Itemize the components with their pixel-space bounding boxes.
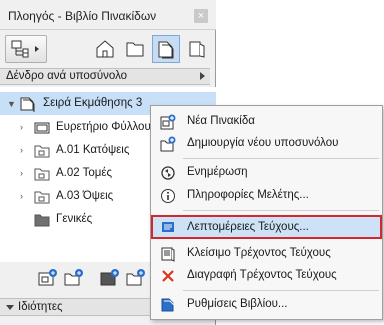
menu-item-issue-details[interactable]: Λεπτομέρειες Τεύχους...	[151, 215, 382, 239]
tree-item-label: Α.03 Όψεις	[56, 190, 114, 202]
layout-book-icon	[20, 97, 35, 112]
menu-item-label: Ρυθμίσεις Βιβλίου...	[187, 298, 288, 310]
expand-down-icon[interactable]: ▼	[7, 99, 16, 109]
menu-item-project-info[interactable]: Πληροφορίες Μελέτης...	[151, 185, 382, 207]
menu-item-label: Πληροφορίες Μελέτης...	[187, 189, 309, 201]
expand-right-icon[interactable]: ›	[20, 191, 23, 201]
tree-item-label: Σειρά Εκμάθησης 3	[43, 97, 143, 109]
tree-item-label: Α.02 Τομές	[56, 167, 113, 179]
new-layout-icon[interactable]	[38, 268, 58, 288]
subset-icon	[34, 145, 50, 158]
chevron-right-icon	[200, 72, 205, 80]
menu-item-label: Νέα Πινακίδα	[187, 115, 255, 127]
view-map-icon	[126, 42, 144, 57]
project-tree-button[interactable]	[5, 35, 47, 63]
tree-item-label: Ευρετήριο Φύλλου	[56, 121, 151, 133]
view-map-button[interactable]	[121, 35, 149, 63]
menu-item-refresh[interactable]: Ενημέρωση	[151, 162, 382, 184]
close-issue-icon	[161, 247, 175, 262]
new-layout-icon	[160, 114, 176, 130]
menu-item-new-layout[interactable]: Νέα Πινακίδα	[151, 111, 382, 133]
tree-item-label: Α.01 Κατόψεις	[56, 144, 130, 156]
new-drawing-icon[interactable]	[126, 268, 146, 288]
tree-item-label: Γενικές	[56, 213, 93, 225]
title-bar: Πλοηγός - Βιβλίο Πινακίδων ×	[0, 0, 216, 30]
collapse-down-icon	[6, 305, 14, 310]
publisher-sets-icon	[189, 41, 205, 58]
view-selector-dropdown[interactable]: Δένδρο ανά υποσύνολο	[0, 68, 210, 85]
book-settings-icon	[161, 298, 175, 312]
subset-icon	[34, 191, 50, 204]
publisher-sets-button[interactable]	[183, 35, 211, 63]
menu-separator	[183, 158, 379, 159]
expand-right-icon[interactable]: ›	[20, 168, 23, 178]
info-icon	[161, 189, 175, 203]
navigator-toolbar	[0, 31, 216, 67]
menu-separator	[183, 290, 379, 291]
project-map-icon	[96, 40, 114, 58]
expand-right-icon[interactable]: ›	[20, 145, 23, 155]
subset-icon	[34, 168, 50, 181]
delete-icon	[162, 270, 174, 282]
view-selector-label: Δένδρο ανά υποσύνολο	[6, 70, 128, 82]
menu-item-label: Ενημέρωση	[187, 166, 248, 178]
issue-details-icon	[162, 222, 174, 232]
menu-item-label: Κλείσιμο Τρέχοντος Τεύχους	[187, 247, 331, 259]
menu-item-label: Δημιουργία νέου υποσυνόλου	[187, 137, 339, 149]
menu-separator	[183, 210, 379, 211]
expand-right-icon[interactable]: ›	[20, 122, 23, 132]
layout-book-button[interactable]	[152, 35, 180, 63]
menu-item-label: Διαγραφή Τρέχοντος Τεύχους	[187, 269, 337, 281]
context-menu: Νέα Πινακίδα Δημιουργία νέου υποσυνόλου …	[150, 105, 383, 320]
menu-item-label: Λεπτομέρειες Τεύχους...	[187, 221, 309, 233]
project-map-button[interactable]	[91, 35, 119, 63]
refresh-icon	[161, 166, 175, 180]
menu-item-book-settings[interactable]: Ρυθμίσεις Βιβλίου...	[151, 294, 382, 316]
menu-item-delete-issue[interactable]: Διαγραφή Τρέχοντος Τεύχους	[151, 265, 382, 287]
new-subset-icon[interactable]	[64, 268, 84, 288]
window-title: Πλοηγός - Βιβλίο Πινακίδων	[8, 9, 157, 23]
new-subset-icon	[160, 136, 176, 152]
layout-icon	[34, 122, 50, 134]
menu-item-close-issue[interactable]: Κλείσιμο Τρέχοντος Τεύχους	[151, 243, 382, 265]
folder-icon	[34, 214, 50, 227]
new-master-icon[interactable]	[100, 268, 120, 288]
menu-item-new-subset[interactable]: Δημιουργία νέου υποσυνόλου	[151, 133, 382, 155]
close-icon[interactable]: ×	[194, 9, 208, 23]
project-tree-icon	[11, 40, 39, 58]
properties-label: Ιδιότητες	[18, 301, 63, 313]
layout-book-icon	[158, 41, 174, 59]
